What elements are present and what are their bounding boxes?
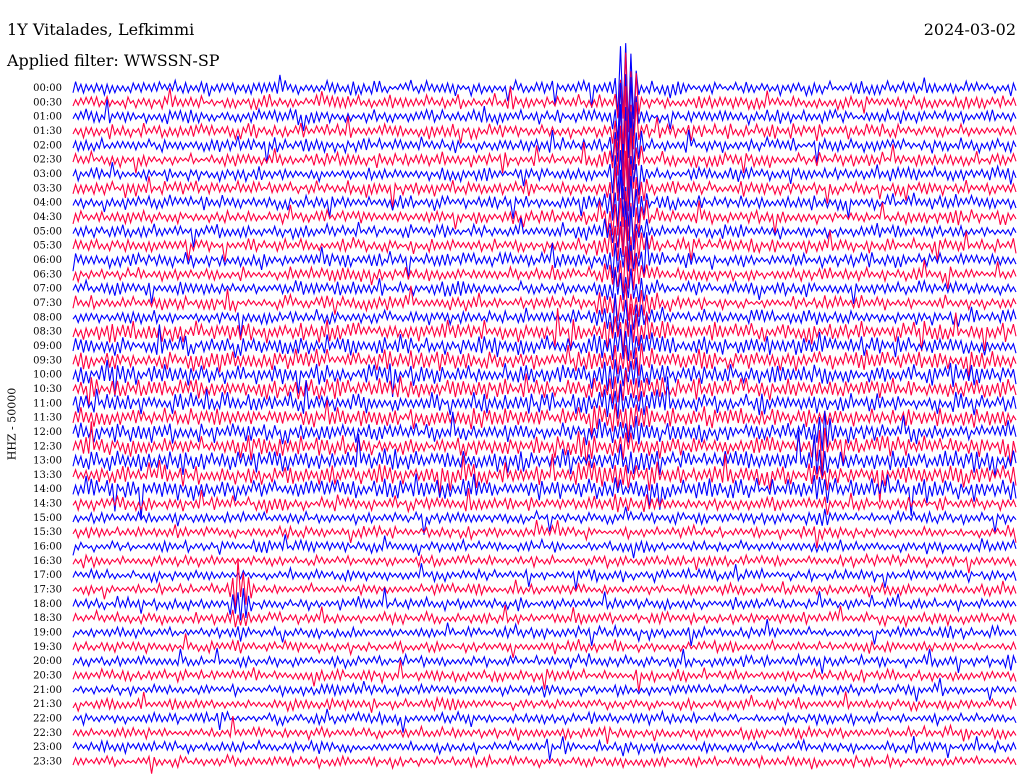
row-label: 22:00 <box>33 714 62 725</box>
row-label: 19:00 <box>33 628 62 639</box>
row-label: 13:00 <box>33 456 62 467</box>
row-label: 02:00 <box>33 140 62 151</box>
row-label: 16:30 <box>33 556 62 567</box>
trace-row-2130 <box>72 691 1017 713</box>
trace-row-0600 <box>72 232 1017 279</box>
trace-row-1230 <box>72 421 1017 474</box>
row-label: 22:30 <box>33 728 62 739</box>
row-label: 21:00 <box>33 685 62 696</box>
row-label: 20:30 <box>33 671 62 682</box>
row-label: 11:00 <box>33 398 62 409</box>
row-label: 19:30 <box>33 642 62 653</box>
row-label: 05:00 <box>33 226 62 237</box>
row-label: 07:00 <box>33 284 62 295</box>
row-label: 02:30 <box>33 155 62 166</box>
trace-row-0800 <box>72 293 1017 338</box>
row-label: 04:30 <box>33 212 62 223</box>
filter-label: Applied filter: WWSSN-SP <box>7 51 220 70</box>
trace-row-0430 <box>72 190 1017 254</box>
row-label: 15:30 <box>33 527 62 538</box>
trace-row-2030 <box>72 660 1017 692</box>
trace-row-2200 <box>72 708 1017 733</box>
row-label: 13:30 <box>33 470 62 481</box>
trace-row-1030 <box>72 370 1017 408</box>
row-label: 14:00 <box>33 484 62 495</box>
row-label: 01:30 <box>33 126 62 137</box>
trace-group <box>72 43 1017 774</box>
row-label: 06:00 <box>33 255 62 266</box>
trace-row-2100 <box>72 677 1017 702</box>
row-label: 05:30 <box>33 241 62 252</box>
row-label-group: 00:00 00:30 01:00 01:30 02:00 02:30 03:00 03:30… <box>33 83 62 768</box>
trace-row-2330 <box>72 753 1017 774</box>
row-label: 15:00 <box>33 513 62 524</box>
trace-row-0830 <box>72 303 1017 353</box>
trace-row-0900 <box>72 324 1017 362</box>
row-label: 01:00 <box>33 112 62 123</box>
row-label: 17:30 <box>33 585 62 596</box>
row-label: 14:30 <box>33 499 62 510</box>
row-label: 23:00 <box>33 742 62 753</box>
row-label: 00:30 <box>33 97 62 108</box>
helicorder-plot: 00:00 00:30 01:00 01:30 02:00 02:30 03:00 03:30… <box>33 43 1017 774</box>
row-label: 10:30 <box>33 384 62 395</box>
row-label: 10:00 <box>33 370 62 381</box>
row-label: 07:30 <box>33 298 62 309</box>
trace-row-0300 <box>72 150 1017 203</box>
trace-row-2000 <box>72 647 1017 674</box>
trace-row-0130 <box>72 86 1017 189</box>
row-label: 09:00 <box>33 341 62 352</box>
trace-row-1530 <box>72 519 1017 549</box>
row-label: 03:30 <box>33 183 62 194</box>
row-label: 18:00 <box>33 599 62 610</box>
row-label: 08:00 <box>33 312 62 323</box>
trace-row-1500 <box>72 506 1017 535</box>
row-label: 11:30 <box>33 413 62 424</box>
row-label: 08:30 <box>33 327 62 338</box>
trace-row-0700 <box>72 268 1017 305</box>
trace-row-1200 <box>72 410 1017 451</box>
row-label: 21:30 <box>33 699 62 710</box>
row-label: 06:30 <box>33 269 62 280</box>
row-label: 09:30 <box>33 355 62 366</box>
row-label: 17:00 <box>33 570 62 581</box>
row-label: 04:00 <box>33 198 62 209</box>
trace-row-1630 <box>72 552 1017 574</box>
row-label: 03:00 <box>33 169 62 180</box>
row-label: 16:00 <box>33 542 62 553</box>
row-label: 18:30 <box>33 613 62 624</box>
row-label: 20:00 <box>33 656 62 667</box>
row-label: 12:00 <box>33 427 62 438</box>
trace-row-1130 <box>72 399 1017 439</box>
row-label: 00:00 <box>33 83 62 94</box>
row-label: 12:30 <box>33 441 62 452</box>
row-label: 23:30 <box>33 757 62 768</box>
trace-row-2300 <box>72 735 1017 761</box>
